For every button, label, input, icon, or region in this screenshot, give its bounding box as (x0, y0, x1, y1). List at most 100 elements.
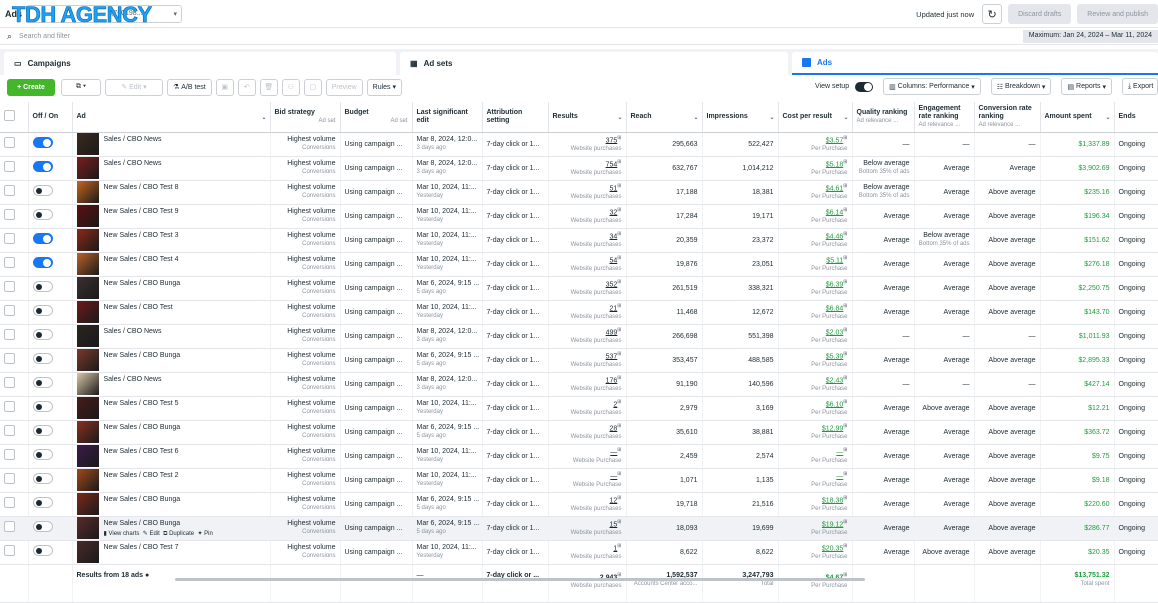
row-select[interactable] (0, 372, 29, 397)
results-value[interactable]: 754 (606, 161, 618, 168)
ad-name[interactable]: New Sales / CBO Test (104, 303, 173, 312)
ad-cell[interactable]: New Sales / CBO Test 6 (72, 444, 271, 469)
row-checkbox[interactable] (4, 401, 15, 412)
table-row[interactable]: Sales / CBO News Highest volume Conversion… (0, 324, 1158, 349)
results-value[interactable]: 537 (606, 353, 618, 360)
ad-name[interactable]: New Sales / CBO Test 9 (104, 207, 179, 216)
ad-toggle[interactable] (32, 545, 53, 556)
table-row[interactable]: New Sales / CBO Bunga Highest volume Conve… (0, 276, 1158, 301)
pin-link[interactable]: Pin (204, 531, 213, 537)
ad-toggle[interactable] (32, 257, 53, 268)
header-conversion-ranking[interactable]: Conversion rate ranking Ad relevance ... (974, 102, 1041, 133)
ad-toggle[interactable] (32, 305, 53, 316)
ad-name[interactable]: New Sales / CBO Test 5 (104, 399, 179, 408)
ad-cell[interactable]: Sales / CBO News (72, 156, 271, 181)
tab-ads[interactable]: Ads (792, 52, 1158, 75)
date-range-picker[interactable]: Maximum: Jan 24, 2024 – Mar 11, 2024 (1022, 30, 1158, 43)
ad-cell[interactable]: Sales / CBO News (72, 324, 271, 349)
ad-toggle[interactable] (32, 329, 53, 340)
reports-button[interactable]: ▤ Reports ▾ (1061, 78, 1112, 95)
ad-name[interactable]: Sales / CBO News (104, 135, 162, 144)
row-select[interactable] (0, 156, 29, 181)
trash-icon[interactable]: 🗑 (259, 78, 278, 96)
table-row[interactable]: New Sales / CBO Test 8 Highest volume Conv… (0, 180, 1158, 205)
row-checkbox[interactable] (4, 497, 15, 508)
row-select[interactable] (0, 540, 29, 565)
cpr-value[interactable]: $6.14 (826, 209, 844, 216)
table-row[interactable]: New Sales / CBO Bunga Highest volume Conve… (0, 492, 1158, 517)
row-checkbox[interactable] (4, 449, 15, 460)
horizontal-scrollbar[interactable] (175, 578, 865, 581)
cpr-value[interactable]: $3.57 (826, 137, 844, 144)
ad-name[interactable]: New Sales / CBO Bunga (104, 519, 213, 528)
row-select[interactable] (0, 516, 29, 541)
edit-link[interactable]: Edit (149, 531, 159, 537)
row-select[interactable] (0, 276, 29, 301)
row-select[interactable] (0, 300, 29, 325)
cpr-value[interactable]: $6.39 (826, 281, 844, 288)
table-row[interactable]: New Sales / CBO Test 3 Highest volume Conv… (0, 228, 1158, 253)
ad-toggle[interactable] (32, 449, 53, 460)
cpr-value[interactable]: $12.99 (822, 425, 843, 432)
ad-name[interactable]: New Sales / CBO Bunga (104, 279, 181, 288)
cpr-value[interactable]: $6.10 (826, 401, 844, 408)
results-value[interactable]: 375 (606, 137, 618, 144)
header-cost-per-result[interactable]: Cost per result ⌄ (778, 102, 853, 133)
ad-cell[interactable]: New Sales / CBO Test 5 (72, 396, 271, 421)
table-row[interactable]: Sales / CBO News Highest volume Conversion… (0, 156, 1158, 181)
table-row[interactable]: Sales / CBO News Highest volume Conversion… (0, 132, 1158, 157)
tab-campaigns[interactable]: ▭ Campaigns (4, 52, 396, 75)
row-select[interactable] (0, 468, 29, 493)
cpr-value[interactable]: $4.61 (826, 185, 844, 192)
tag-icon[interactable]: ⚇ (281, 78, 300, 96)
columns-button[interactable]: ▥ Columns: Performance ▾ (883, 78, 981, 95)
view-charts-link[interactable]: View charts (108, 531, 139, 537)
ad-name[interactable]: New Sales / CBO Test 4 (104, 255, 179, 264)
row-select[interactable] (0, 396, 29, 421)
cpr-value[interactable]: $4.46 (826, 233, 844, 240)
ad-toggle[interactable] (32, 161, 53, 172)
header-ends[interactable]: Ends (1114, 102, 1158, 133)
row-checkbox[interactable] (4, 209, 15, 220)
row-checkbox[interactable] (4, 521, 15, 532)
ad-name[interactable]: New Sales / CBO Test 3 (104, 231, 179, 240)
comment-icon[interactable]: ▢ (303, 78, 322, 96)
row-checkbox[interactable] (4, 329, 15, 340)
table-row[interactable]: New Sales / CBO Bunga ▮ View charts ✎ Edi… (0, 516, 1158, 541)
table-row[interactable]: New Sales / CBO Bunga Highest volume Conve… (0, 348, 1158, 373)
ad-toggle[interactable] (32, 521, 53, 532)
row-select[interactable] (0, 180, 29, 205)
header-ad[interactable]: Ad ⌄ (72, 102, 271, 133)
discard-drafts-button[interactable]: Discard drafts (1008, 4, 1072, 24)
table-row[interactable]: New Sales / CBO Test 5 Highest volume Conv… (0, 396, 1158, 421)
ad-cell[interactable]: New Sales / CBO Test 9 (72, 204, 271, 229)
ad-name[interactable]: New Sales / CBO Bunga (104, 351, 181, 360)
header-results[interactable]: Results ⌄ (548, 102, 627, 133)
row-select[interactable] (0, 132, 29, 157)
ad-toggle[interactable] (32, 209, 53, 220)
table-row[interactable]: New Sales / CBO Test 2 Highest volume Conv… (0, 468, 1158, 493)
header-amount-spent[interactable]: Amount spent ⌄ (1040, 102, 1115, 133)
ad-cell[interactable]: New Sales / CBO Test 8 (72, 180, 271, 205)
row-checkbox[interactable] (4, 425, 15, 436)
row-checkbox[interactable] (4, 377, 15, 388)
ad-cell[interactable]: New Sales / CBO Bunga (72, 492, 271, 517)
row-checkbox[interactable] (4, 473, 15, 484)
cpr-value[interactable]: $20.35 (822, 545, 843, 552)
row-checkbox[interactable] (4, 257, 15, 268)
header-quality-ranking[interactable]: Quality ranking Ad relevance ... (852, 102, 915, 133)
row-checkbox[interactable] (4, 137, 15, 148)
table-row[interactable]: New Sales / CBO Test 9 Highest volume Conv… (0, 204, 1158, 229)
table-row[interactable]: Sales / CBO News Highest volume Conversion… (0, 372, 1158, 397)
view-setup-toggle[interactable] (855, 81, 874, 92)
row-select[interactable] (0, 348, 29, 373)
duplicate-button[interactable]: ⧉ ▾ (61, 78, 101, 96)
row-select[interactable] (0, 444, 29, 469)
search-bar[interactable]: ⌕ Search and filter (0, 28, 1158, 45)
row-select[interactable] (0, 228, 29, 253)
ad-toggle[interactable] (32, 185, 53, 196)
header-off-on[interactable]: Off / On (28, 102, 73, 133)
row-checkbox[interactable] (4, 185, 15, 196)
ad-cell[interactable]: New Sales / CBO Bunga (72, 276, 271, 301)
breakdown-button[interactable]: ☷ Breakdown ▾ (990, 78, 1052, 95)
